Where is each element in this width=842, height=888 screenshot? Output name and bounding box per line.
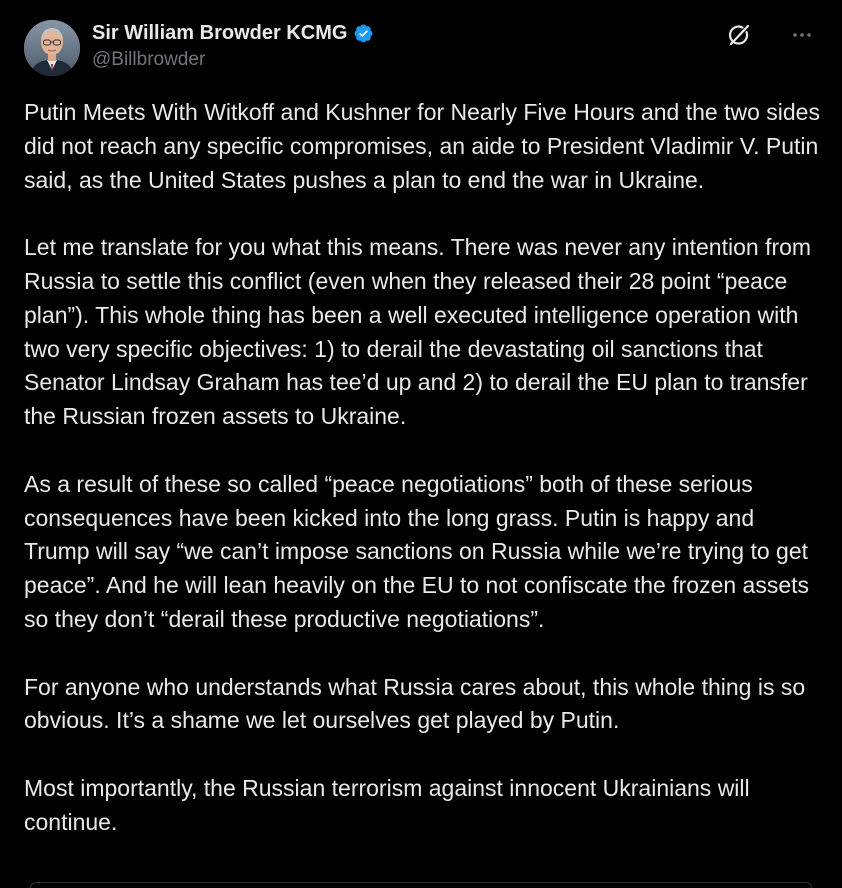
grok-icon[interactable] (726, 22, 752, 48)
tweet-paragraph: Let me translate for you what this means… (24, 234, 812, 430)
tweet-text: Putin Meets With Witkoff and Kushner for… (24, 96, 824, 840)
tweet-paragraph: For anyone who understands what Russia c… (24, 673, 806, 734)
author-avatar[interactable] (24, 20, 80, 76)
profile-photo (24, 20, 80, 76)
tweet-paragraph: As a result of these so called “peace ne… (24, 470, 810, 632)
tweet-paragraph: Most importantly, the Russian terrorism … (24, 774, 750, 835)
tweet-card: Sir William Browder KCMG @Billbrowder Pu… (0, 0, 842, 888)
author-handle[interactable]: @Billbrowder (92, 49, 205, 71)
tweet-paragraph: Putin Meets With Witkoff and Kushner for… (24, 99, 820, 193)
more-icon[interactable] (790, 24, 814, 46)
author-display-name[interactable]: Sir William Browder KCMG (92, 22, 347, 45)
author-name-row: Sir William Browder KCMG (92, 20, 374, 46)
quoted-content-border (30, 882, 812, 888)
verified-badge-icon[interactable] (353, 23, 374, 44)
